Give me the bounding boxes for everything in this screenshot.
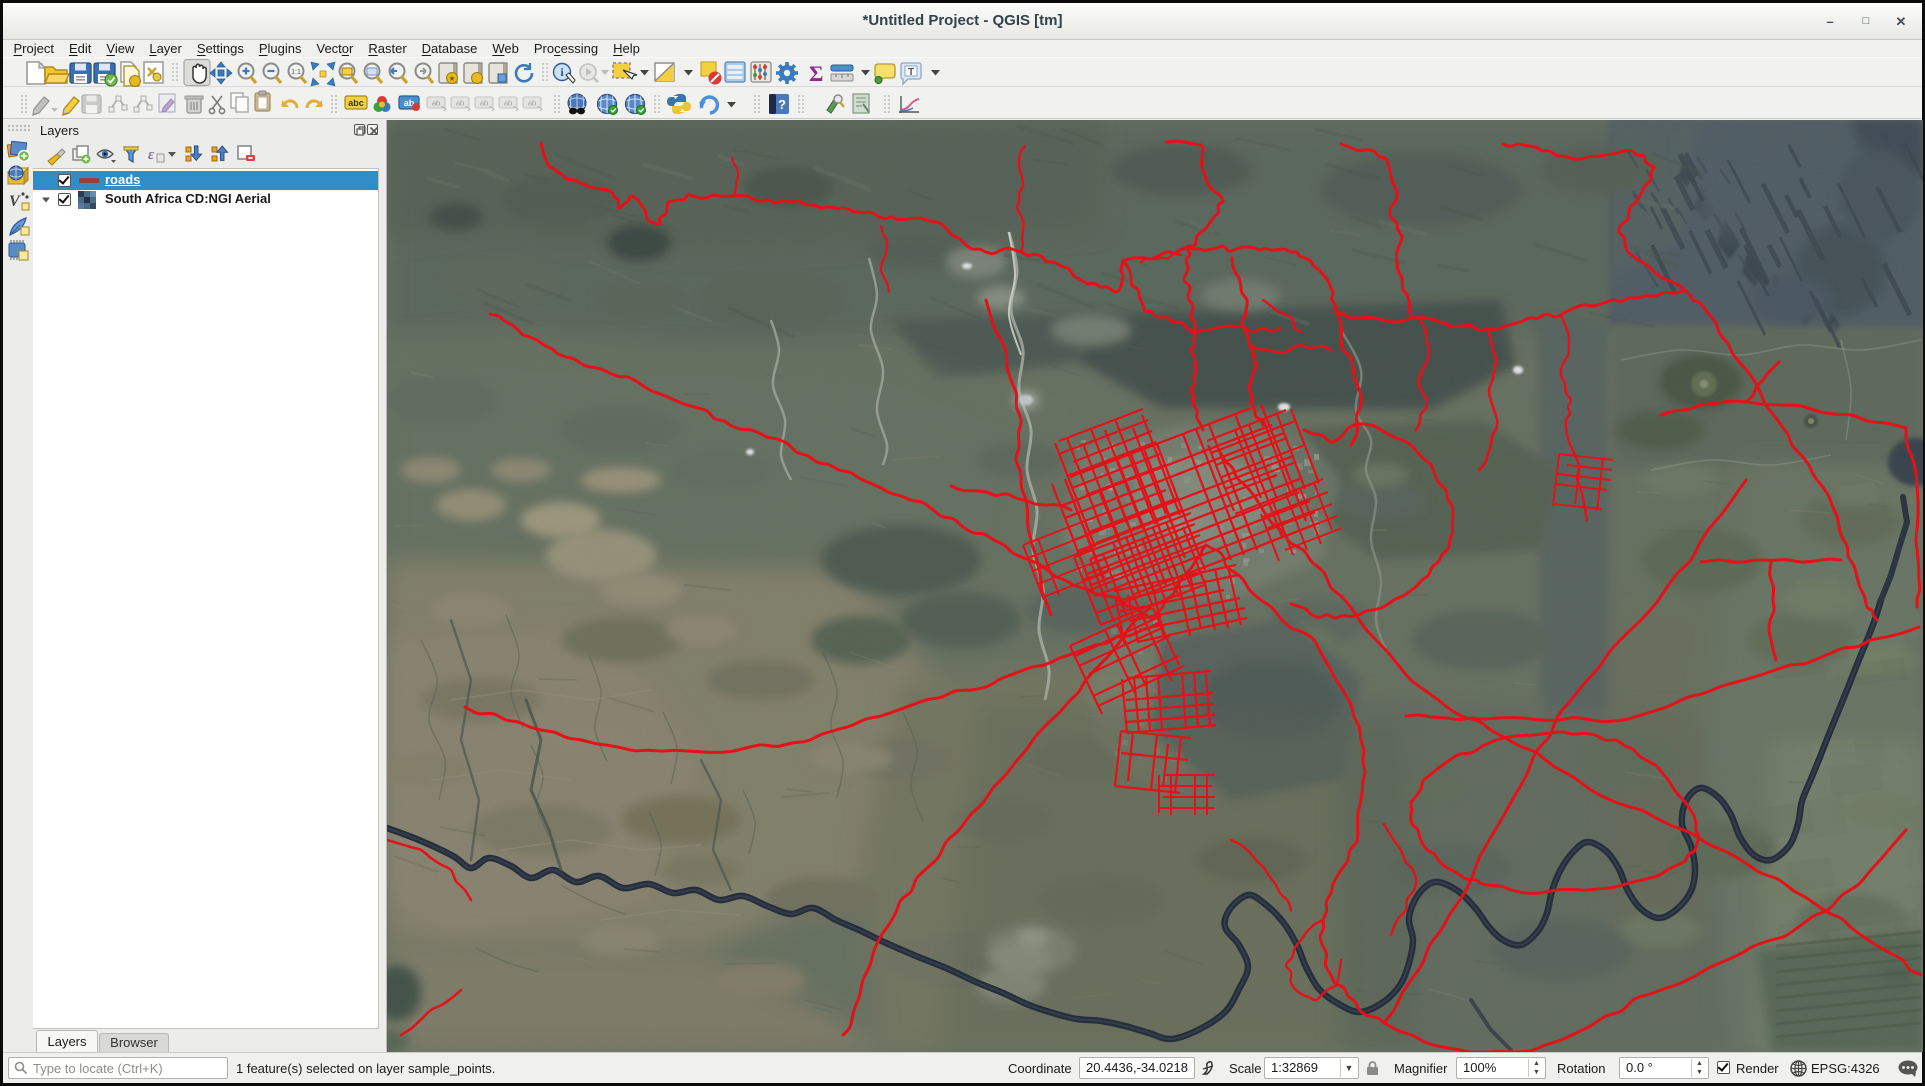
svg-text:Σ: Σ — [809, 61, 823, 86]
svg-text:ab: ab — [480, 99, 488, 108]
svg-text:ab: ab — [504, 99, 512, 108]
svg-text:T: T — [908, 67, 914, 78]
svg-text:ab: ab — [432, 99, 440, 108]
svg-text:ab: ab — [528, 99, 536, 108]
svg-text:★: ★ — [448, 74, 455, 83]
svg-text:ab: ab — [456, 99, 464, 108]
svg-text:V: V — [9, 193, 21, 210]
svg-text:?: ? — [778, 97, 786, 112]
svg-text:ε: ε — [148, 147, 154, 163]
svg-text:1:1: 1:1 — [291, 69, 301, 76]
svg-text:abc: abc — [348, 98, 364, 108]
